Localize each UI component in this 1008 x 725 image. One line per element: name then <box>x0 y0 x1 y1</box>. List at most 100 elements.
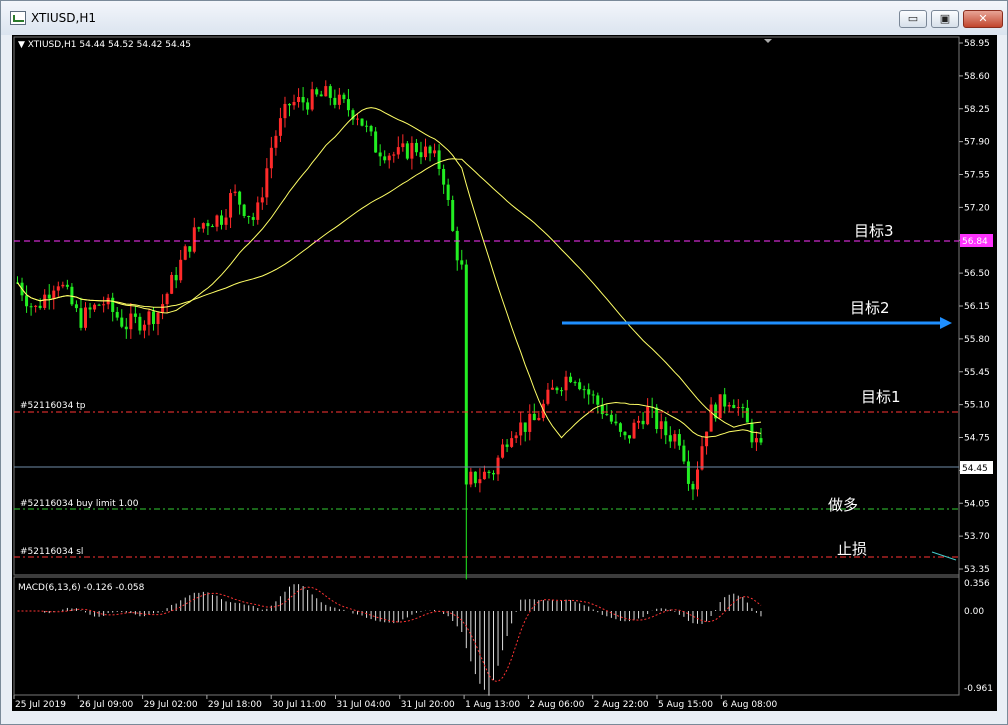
close-icon: ✕ <box>978 12 988 25</box>
price-chart-area[interactable]: 58.9558.6058.2557.9057.5557.2056.8556.50… <box>12 35 997 711</box>
candle-body <box>754 438 758 443</box>
candle-body <box>492 473 495 475</box>
candle-body <box>215 215 219 227</box>
candle-body <box>696 469 699 490</box>
candle-body <box>111 297 115 312</box>
time-tick-label: 2 Aug 22:00 <box>594 700 649 710</box>
candle-body <box>646 406 650 425</box>
candle-body <box>469 471 473 485</box>
candle-body <box>451 200 455 231</box>
candle-body <box>165 293 169 305</box>
candle-body <box>156 312 160 325</box>
candle-body <box>233 191 237 194</box>
time-tick-label: 6 Aug 08:00 <box>722 700 777 710</box>
time-tick-label: 29 Jul 18:00 <box>208 700 262 710</box>
candle-body <box>210 226 214 228</box>
candle-body <box>709 404 713 432</box>
macd-tick-label: 0.00 <box>964 607 984 617</box>
price-tick-label: 55.45 <box>964 368 990 378</box>
macd-signal-line <box>17 586 762 683</box>
candle-body <box>52 290 56 299</box>
candle-body <box>632 422 636 439</box>
candle-body <box>84 307 87 328</box>
maximize-button[interactable]: ▣ <box>931 10 959 28</box>
macd-tick-label: 0.356 <box>964 579 990 589</box>
candle-body <box>378 152 382 157</box>
candle-body <box>560 390 563 392</box>
sl-label: #52116034 sl <box>20 547 83 557</box>
price-tick-label: 53.70 <box>964 532 990 542</box>
candle-body <box>587 389 591 395</box>
minimize-button[interactable]: ▭ <box>899 10 927 28</box>
macd-frame <box>13 576 960 696</box>
chart-canvas[interactable]: 58.9558.6058.2557.9057.5557.2056.8556.50… <box>12 35 997 711</box>
time-tick-label: 5 Aug 15:00 <box>658 700 713 710</box>
candle-body <box>473 471 477 484</box>
candle-body <box>686 461 690 484</box>
candle-body <box>419 152 423 158</box>
candle-body <box>319 94 323 97</box>
candle-body <box>528 413 532 432</box>
time-tick-label: 1 Aug 13:00 <box>465 700 520 710</box>
current-price-label: 54.45 <box>962 464 988 474</box>
trendline-stub[interactable] <box>931 551 957 561</box>
candle-body <box>550 387 554 390</box>
candle-body <box>124 326 128 330</box>
candle-body <box>555 387 559 391</box>
candle-body <box>25 295 29 307</box>
candle-body <box>170 274 174 294</box>
candle-body <box>120 317 124 327</box>
macd-axis: 0.356 0.00 -0.961 <box>964 579 993 694</box>
candle-body <box>446 184 450 201</box>
candle-body <box>564 376 568 391</box>
candle-body <box>401 143 405 148</box>
candle-body <box>410 142 414 159</box>
candle-body <box>659 421 663 430</box>
close-button[interactable]: ✕ <box>963 10 1003 28</box>
candle-body <box>265 168 269 198</box>
candle-body <box>79 308 83 328</box>
title-bar[interactable]: XTIUSD,H1 ▭ ▣ ✕ <box>1 1 1007 35</box>
window-title: XTIUSD,H1 <box>31 11 96 25</box>
candle-body <box>546 389 550 404</box>
time-tick-label: 31 Jul 20:00 <box>401 700 455 710</box>
candle-body <box>682 445 686 462</box>
candle-body <box>718 394 722 419</box>
candle-body <box>65 284 69 287</box>
candle-body <box>88 307 92 310</box>
buy-limit-label: #52116034 buy limit 1.00 <box>20 499 139 509</box>
candle-body <box>614 421 618 424</box>
candle-body <box>238 191 242 205</box>
price-tick-label: 56.50 <box>964 269 990 279</box>
candle-body <box>578 382 582 390</box>
candle-body <box>455 230 459 261</box>
tp-label: #52116034 tp <box>20 401 86 411</box>
candle-body <box>623 431 627 436</box>
target2-arrow-head <box>940 317 952 329</box>
price-tick-label: 58.95 <box>964 39 990 49</box>
candle-body <box>197 227 201 229</box>
candle-body <box>346 99 350 111</box>
candle-body <box>278 118 282 136</box>
candle-body <box>523 422 527 432</box>
candle-body <box>745 407 749 423</box>
candle-body <box>677 434 681 446</box>
candle-body <box>505 444 509 447</box>
chart-shift-marker[interactable] <box>764 39 772 43</box>
candle-body <box>315 89 319 95</box>
chart-window-icon <box>10 11 26 25</box>
time-tick-label: 25 Jul 2019 <box>15 700 66 710</box>
candle-body <box>297 96 301 102</box>
candle-body <box>618 423 622 432</box>
level-56-84-label: 56.84 <box>962 237 988 247</box>
candle-body <box>324 86 328 97</box>
candle-body <box>129 313 133 330</box>
candle-body <box>637 420 641 423</box>
candle-body <box>93 304 97 310</box>
candle-body <box>152 311 155 325</box>
candle-body <box>133 313 137 317</box>
candle-body <box>591 394 595 396</box>
candle-body <box>301 96 305 103</box>
price-tick-label: 57.20 <box>964 203 990 213</box>
candle-body <box>102 304 106 306</box>
